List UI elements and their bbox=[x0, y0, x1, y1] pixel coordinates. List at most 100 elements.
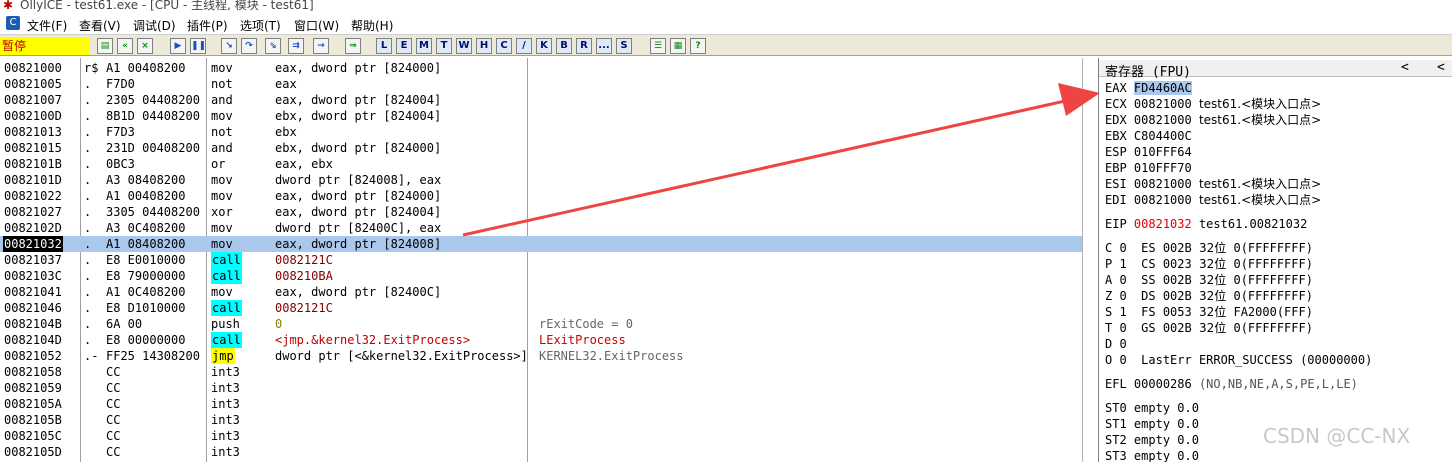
references-window-button[interactable]: R bbox=[576, 38, 592, 54]
go-to-expression-icon[interactable]: ⇒ bbox=[345, 38, 361, 54]
open-icon[interactable]: ▤ bbox=[97, 38, 113, 54]
disasm-row[interactable]: 0082105A CC int3 bbox=[0, 396, 1082, 412]
menu-debug[interactable]: 调试(D) bbox=[133, 17, 176, 34]
disasm-row[interactable]: 0082102D. A3 0C408200 mov dword ptr [82400C… bbox=[0, 220, 1082, 236]
reg-eax-value[interactable]: FD4460AC bbox=[1133, 81, 1192, 95]
row-address: 0082102D bbox=[4, 221, 62, 235]
fpu-st1[interactable]: ST1 empty 0.0 bbox=[1105, 416, 1199, 432]
call-stack-window-button[interactable]: K bbox=[536, 38, 552, 54]
menu-window[interactable]: 窗口(W) bbox=[294, 17, 339, 34]
row-mnemonic: mov bbox=[211, 189, 233, 203]
disasm-row[interactable]: 0082101B. 0BC3 or eax, ebx bbox=[0, 156, 1082, 172]
menu-file[interactable]: 文件(F) bbox=[27, 17, 67, 34]
reg-efl[interactable]: EFL 00000286 (NO,NB,NE,A,S,PE,L,LE) bbox=[1105, 376, 1358, 392]
fpu-st3[interactable]: ST3 empty 0.0 bbox=[1105, 448, 1199, 462]
disassembly-pane[interactable]: 00821000 r$ A1 00408200 mov eax, dword ptr [… bbox=[0, 58, 1082, 462]
flag-row[interactable]: T 0 GS 002B 32位 0(FFFFFFFF) bbox=[1105, 320, 1313, 336]
disasm-row[interactable]: 00821037. E8 E0010000 call 0082121C bbox=[0, 252, 1082, 268]
reg-ecx[interactable]: ECX 00821000 test61.<模块入口点> bbox=[1105, 96, 1321, 112]
reg-ebx[interactable]: EBX C804400C bbox=[1105, 128, 1192, 144]
restart-icon[interactable]: « bbox=[117, 38, 133, 54]
step-into-icon[interactable]: ↘ bbox=[221, 38, 237, 54]
disasm-row-selected[interactable]: 00821032. A1 08408200 mov eax, dword ptr [8… bbox=[0, 236, 1082, 252]
disasm-row[interactable]: 00821027. 3305 04408200 xor eax, dword ptr … bbox=[0, 204, 1082, 220]
disasm-row[interactable]: 00821046. E8 D1010000 call 0082121C bbox=[0, 300, 1082, 316]
row-operand: ebx bbox=[275, 125, 297, 139]
disasm-row[interactable]: 00821015. 231D 00408200 and ebx, dword ptr … bbox=[0, 140, 1082, 156]
pause-icon[interactable]: ❚❚ bbox=[190, 38, 206, 54]
fpu-st2[interactable]: ST2 empty 0.0 bbox=[1105, 432, 1199, 448]
flag-o-lasterr[interactable]: O 0 LastErr ERROR_SUCCESS (00000000) bbox=[1105, 352, 1372, 368]
disasm-row[interactable]: 0082103C. E8 79000000 call 008210BA bbox=[0, 268, 1082, 284]
breakpoints-window-button[interactable]: B bbox=[556, 38, 572, 54]
registers-pane[interactable]: 寄存器 (FPU) < < EAX FD4460AC ECX 00821000 … bbox=[1098, 58, 1452, 462]
row-hex-dump: 2305 04408200 bbox=[106, 93, 200, 107]
row-address: 00821015 bbox=[4, 141, 62, 155]
flag-row[interactable]: S 1 FS 0053 32位 FA2000(FFF) bbox=[1105, 304, 1313, 320]
run-icon[interactable]: ▶ bbox=[170, 38, 186, 54]
reg-eax[interactable]: EAX FD4460AC bbox=[1105, 80, 1192, 96]
reg-ebp[interactable]: EBP 010FFF70 bbox=[1105, 160, 1192, 176]
disasm-row[interactable]: 0082105B CC int3 bbox=[0, 412, 1082, 428]
disasm-row[interactable]: 00821059 CC int3 bbox=[0, 380, 1082, 396]
patches-window-button[interactable]: / bbox=[516, 38, 532, 54]
cpu-window-icon[interactable]: C bbox=[6, 16, 20, 30]
disasm-row[interactable]: 00821022. A1 00408200 mov eax, dword ptr [8… bbox=[0, 188, 1082, 204]
disasm-row[interactable]: 00821041. A1 0C408200 mov eax, dword ptr [8… bbox=[0, 284, 1082, 300]
reg-edx[interactable]: EDX 00821000 test61.<模块入口点> bbox=[1105, 112, 1321, 128]
flag-d[interactable]: D 0 bbox=[1105, 336, 1127, 352]
registers-header[interactable]: 寄存器 (FPU) < < bbox=[1099, 60, 1452, 80]
close-icon[interactable]: × bbox=[137, 38, 153, 54]
options-icon[interactable]: ▦ bbox=[670, 38, 686, 54]
row-address: 0082105B bbox=[4, 413, 62, 427]
appearance-icon[interactable]: ☰ bbox=[650, 38, 666, 54]
run-trace-window-button[interactable]: ... bbox=[596, 38, 612, 54]
menu-plugins[interactable]: 插件(P) bbox=[187, 17, 228, 34]
threads-window-button[interactable]: T bbox=[436, 38, 452, 54]
windows-window-button[interactable]: W bbox=[456, 38, 472, 54]
row-jump-marker: . bbox=[84, 333, 92, 347]
row-operand: 0 bbox=[275, 317, 283, 331]
disasm-row[interactable]: 00821000 r$ A1 00408200 mov eax, dword ptr [… bbox=[0, 60, 1082, 76]
trace-over-icon[interactable]: ⇉ bbox=[288, 38, 304, 54]
reg-edi[interactable]: EDI 00821000 test61.<模块入口点> bbox=[1105, 192, 1321, 208]
disasm-row[interactable]: 00821007. 2305 04408200 and eax, dword ptr … bbox=[0, 92, 1082, 108]
modules-window-button[interactable]: E bbox=[396, 38, 412, 54]
next-view-button[interactable]: < bbox=[1437, 60, 1445, 75]
source-window-button[interactable]: S bbox=[616, 38, 632, 54]
log-window-button[interactable]: L bbox=[376, 38, 392, 54]
disasm-row[interactable]: 0082104B. 6A 00 push 0 rExitCode = 0 bbox=[0, 316, 1082, 332]
reg-eip[interactable]: EIP 00821032 test61.00821032 bbox=[1105, 216, 1307, 232]
pane-splitter[interactable] bbox=[1082, 58, 1098, 462]
disasm-row[interactable]: 0082104D. E8 00000000 call <jmp.&kernel32.E… bbox=[0, 332, 1082, 348]
row-hex-dump: 6A 00 bbox=[106, 317, 143, 331]
memory-window-button[interactable]: M bbox=[416, 38, 432, 54]
disasm-row[interactable]: 00821058 CC int3 bbox=[0, 364, 1082, 380]
disasm-row[interactable]: 00821052 .- FF25 14308200 jmp dword ptr [<&k… bbox=[0, 348, 1082, 364]
step-over-icon[interactable]: ↷ bbox=[241, 38, 257, 54]
cpu-window-button[interactable]: C bbox=[496, 38, 512, 54]
menu-help[interactable]: 帮助(H) bbox=[351, 17, 393, 34]
fpu-st0[interactable]: ST0 empty 0.0 bbox=[1105, 400, 1199, 416]
disasm-row[interactable]: 0082105C CC int3 bbox=[0, 428, 1082, 444]
disasm-row[interactable]: 00821005. F7D0 not eax bbox=[0, 76, 1082, 92]
flag-row[interactable]: C 0 ES 002B 32位 0(FFFFFFFF) bbox=[1105, 240, 1313, 256]
row-hex-dump: CC bbox=[106, 397, 121, 411]
disasm-row[interactable]: 0082105D CC int3 bbox=[0, 444, 1082, 460]
disasm-row[interactable]: 00821013. F7D3 not ebx bbox=[0, 124, 1082, 140]
help-icon[interactable]: ? bbox=[690, 38, 706, 54]
menu-options[interactable]: 选项(T) bbox=[240, 17, 281, 34]
handles-window-button[interactable]: H bbox=[476, 38, 492, 54]
prev-view-button[interactable]: < bbox=[1401, 60, 1409, 75]
flag-row[interactable]: P 1 CS 0023 32位 0(FFFFFFFF) bbox=[1105, 256, 1313, 272]
flag-row[interactable]: Z 0 DS 002B 32位 0(FFFFFFFF) bbox=[1105, 288, 1313, 304]
reg-esi[interactable]: ESI 00821000 test61.<模块入口点> bbox=[1105, 176, 1321, 192]
execute-till-return-icon[interactable]: → bbox=[313, 38, 329, 54]
reg-esp[interactable]: ESP 010FFF64 bbox=[1105, 144, 1192, 160]
disasm-row[interactable]: 0082100D. 8B1D 04408200 mov ebx, dword ptr … bbox=[0, 108, 1082, 124]
disasm-row[interactable]: 0082101D. A3 08408200 mov dword ptr [824008… bbox=[0, 172, 1082, 188]
menu-view[interactable]: 查看(V) bbox=[79, 17, 121, 34]
row-address: 00821041 bbox=[4, 285, 62, 299]
trace-into-icon[interactable]: ⇘ bbox=[265, 38, 281, 54]
flag-row[interactable]: A 0 SS 002B 32位 0(FFFFFFFF) bbox=[1105, 272, 1313, 288]
